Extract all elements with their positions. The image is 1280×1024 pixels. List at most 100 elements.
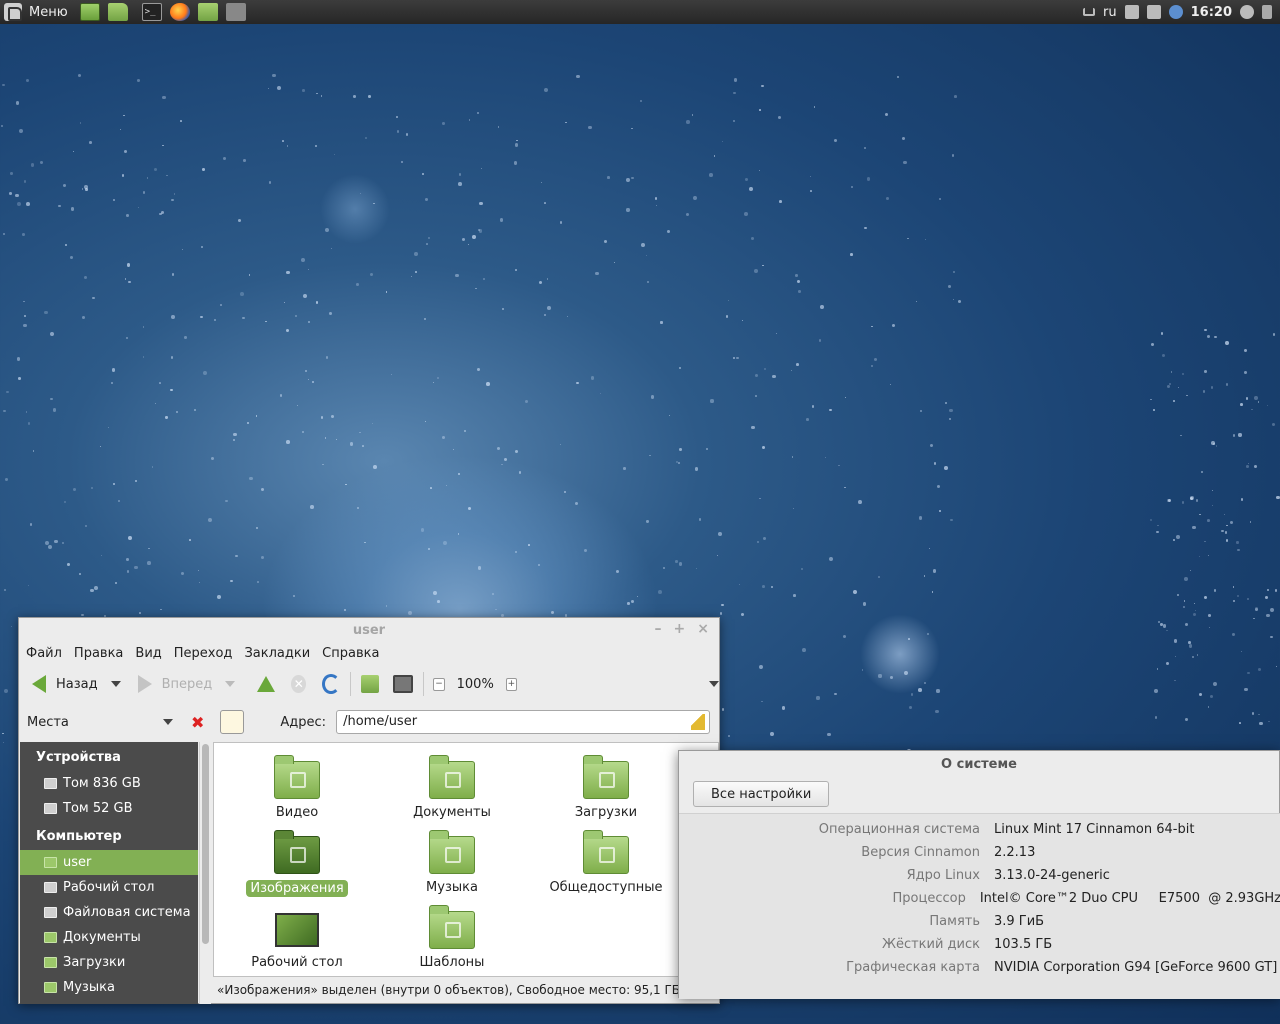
wallpaper-bubble [321,95,323,97]
wallpaper-bubble [483,278,485,281]
close-button[interactable]: × [697,621,709,637]
launcher-settings[interactable] [222,0,250,24]
computer-button[interactable] [393,675,413,693]
clock[interactable]: 16:20 [1191,5,1232,20]
drive-icon [44,803,57,814]
wallpaper-bubble [829,557,834,562]
wallpaper-bubble [600,393,602,395]
menu-go[interactable]: Переход [174,646,233,661]
keyboard-layout[interactable]: ru [1103,5,1117,20]
wallpaper-bubble [736,356,740,360]
forward-history-dropdown[interactable] [225,681,236,687]
forward-button[interactable]: Вперед [135,670,216,698]
places-selector[interactable]: Места [27,715,177,730]
launcher-firefox[interactable] [166,0,194,24]
sidebar-scrollbar[interactable] [199,742,211,1004]
menu-bookmarks[interactable]: Закладки [244,646,310,661]
sidebar-item-music[interactable]: Музыка [20,975,198,1000]
zoom-in-button[interactable]: + [505,677,518,691]
wallpaper-bubble [100,555,102,557]
wallpaper-bubble [457,533,460,535]
keyboard-icon[interactable] [1083,8,1096,16]
file-item-videos[interactable]: Видео [232,755,362,820]
wallpaper-bubble [864,226,867,229]
wallpaper-bubble [1173,639,1178,643]
wallpaper-bubble [22,232,26,236]
wallpaper-bubble [162,95,166,100]
minimize-button[interactable]: – [655,621,662,637]
menu-view[interactable]: Вид [135,646,161,661]
launcher-home[interactable] [194,0,222,24]
file-item-music[interactable]: Музыка [387,830,517,895]
stop-button[interactable]: ✕ [291,675,307,693]
wallpaper-bubble [948,417,951,420]
wallpaper-bubble [320,416,324,419]
sidebar-item-volume-836[interactable]: Том 836 GB [20,771,198,796]
sidebar: Устройства Том 836 GB Том 52 GB Компьюте… [20,742,198,1004]
file-item-documents[interactable]: Документы [387,755,517,820]
power-icon[interactable] [1262,5,1272,19]
launcher-terminal[interactable]: >_ [138,0,166,24]
file-item-desktop[interactable]: Рабочий стол [232,911,362,970]
wallpaper-bubble [1208,626,1211,629]
menu-help[interactable]: Справка [322,646,379,661]
menu-file[interactable]: Файл [26,646,62,661]
menu-button[interactable]: Меню [0,0,72,24]
wallpaper-bubble [717,554,719,556]
volume-icon[interactable] [1146,5,1161,19]
file-item-pictures[interactable]: Изображения [232,830,362,897]
wallpaper-bubble [8,192,12,196]
sidebar-item-documents[interactable]: Документы [20,925,198,950]
window-title[interactable]: О системе [679,751,1279,777]
launcher-show-desktop[interactable] [76,0,104,24]
wallpaper-bubble [691,114,694,116]
file-item-public[interactable]: Общедоступные [541,830,671,895]
wallpaper-bubble [124,278,127,280]
wallpaper-bubble [816,696,820,700]
file-item-downloads[interactable]: Загрузки [541,755,671,820]
wallpaper-bubble [146,177,149,179]
info-key: Память [929,914,980,929]
wallpaper-bubble [61,541,65,544]
wallpaper-bubble [627,602,630,605]
sidebar-item-downloads[interactable]: Загрузки [20,950,198,975]
network-signal-icon[interactable] [1124,5,1139,19]
top-panel: Меню >_ ru 16:20 [0,0,1280,24]
up-button[interactable] [257,676,276,692]
shield-icon[interactable] [1168,5,1183,19]
all-settings-button[interactable]: Все настройки [693,781,830,807]
maximize-button[interactable]: + [674,621,686,637]
window-titlebar[interactable]: user – + × [19,618,719,642]
wallpaper-bubble [908,638,910,640]
wallpaper-bubble [1177,386,1180,389]
wallpaper-bubble [1181,501,1185,504]
clear-address-icon[interactable] [691,714,706,730]
sidebar-item-desktop[interactable]: Рабочий стол [20,875,198,900]
wallpaper-bubble [170,388,173,391]
sidebar-item-filesystem[interactable]: Файловая система [20,900,198,925]
drive-icon [44,778,57,789]
home-button[interactable] [360,675,380,693]
wallpaper-bubble [114,581,117,585]
close-sidebar-icon[interactable]: ✖ [191,713,204,732]
wallpaper-bubble [121,174,125,177]
user-icon[interactable] [1240,5,1254,19]
sidebar-item-volume-52[interactable]: Том 52 GB [20,796,198,821]
reload-button[interactable] [322,674,341,694]
back-button[interactable]: Назад [29,670,101,698]
zoom-out-button[interactable]: − [433,677,445,691]
wallpaper-bubble [436,376,439,379]
wallpaper-bubble [896,75,899,78]
sidebar-item-user[interactable]: user [20,850,198,875]
wallpaper-bubble [1232,585,1235,588]
address-input[interactable]: /home/user [336,710,711,734]
toggle-location-edit-icon[interactable] [220,710,245,734]
launcher-files[interactable] [104,0,132,24]
back-history-dropdown[interactable] [110,681,121,687]
wallpaper-bubble [15,100,20,105]
menu-edit[interactable]: Правка [74,646,123,661]
address-value: /home/user [343,714,418,729]
info-value: 103.5 ГБ [994,937,1053,952]
view-mode-dropdown[interactable] [709,681,720,687]
file-item-templates[interactable]: Шаблоны [387,905,517,970]
